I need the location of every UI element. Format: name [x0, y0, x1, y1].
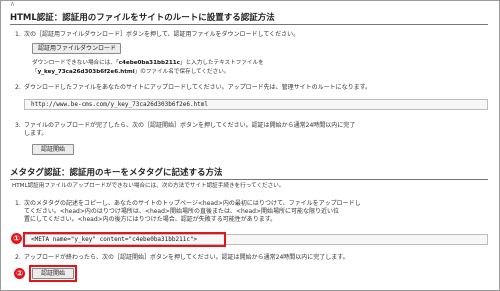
meta-auth-title: メタタグ認証：認証用のキーをメタタグに記述する方法 [10, 168, 488, 180]
note2-suffix: 」のファイル名で保存してください。 [134, 69, 230, 75]
html-step2-number: 2. [15, 84, 21, 91]
callout-marker-2: ② [14, 268, 25, 279]
meta-step1-line2: てください。<head>内のはりつけ場所は、<head>開始場所の直後または、<… [24, 208, 339, 215]
html-step3-text-line2: します。 [24, 130, 48, 137]
note1-prefix: ダウンロードできない場合には、「 [32, 60, 119, 66]
start-button-highlight [29, 265, 77, 282]
html-auth-title: HTML認証：認証用のファイルをサイトのルートに設置する認証方法 [10, 13, 488, 25]
upload-url-box: http://www.be-cms.com/y_key_73ca26d303b6… [24, 99, 488, 110]
html-step3-text-line1: ファイルのアップロードが完了したら、次の［認証開始］ボタンを押してください。認証… [24, 122, 356, 129]
html-step3-number: 3. [15, 122, 21, 129]
html-auth-start-button[interactable]: 認証開始 [32, 144, 74, 155]
download-fallback-note-2: 「y_key_73ca26d303b6f2e6.html」のファイル名で保存して… [32, 69, 229, 77]
meta-step2-text: アップロードが終わったら、次の［認証開始］ボタンを押してください。認証は開始から… [24, 254, 349, 261]
html-step1-number: 1. [15, 31, 21, 38]
download-file-button[interactable]: 認証用ファイルダウンロード [32, 43, 121, 54]
callout-marker-1: ① [11, 233, 22, 244]
auth-filename-text: y_key_73ca26d303b6f2e6.html [37, 69, 135, 75]
note1-suffix: 」と入力したテキストファイルを [179, 60, 264, 66]
meta-tag-highlight [23, 232, 226, 247]
scroll-up-indicator: ∧ [10, 0, 16, 8]
meta-step1-line1: 次のメタタグの記述をコピーし、あなたのサイトのトップページ<head>内の最初に… [24, 200, 361, 207]
auth-key-text: c4ebe0ba31bb211c [118, 60, 180, 66]
html-step1-text: 次の［認証用ファイルダウンロード］ボタンを押して、認証用ファイルをダウンロードし… [24, 31, 300, 38]
meta-step2-number: 2. [15, 254, 21, 261]
meta-step1-number: 1. [15, 200, 21, 207]
html-step2-text: ダウンロードしたファイルをあなたのサイトにアップロードしてください。アップロード… [24, 84, 372, 91]
meta-step1-line3: 置にしてください。<head>内の後方にはりつけた場合、認証が失敗する可能性があ… [24, 216, 277, 223]
download-fallback-note-1: ダウンロードできない場合には、「c4ebe0ba31bb211c」と入力したテキ… [32, 60, 264, 68]
meta-auth-intro: HTML認証用ファイルのアップロードができない場合には、次の方法でサイト認証手続… [12, 183, 285, 189]
